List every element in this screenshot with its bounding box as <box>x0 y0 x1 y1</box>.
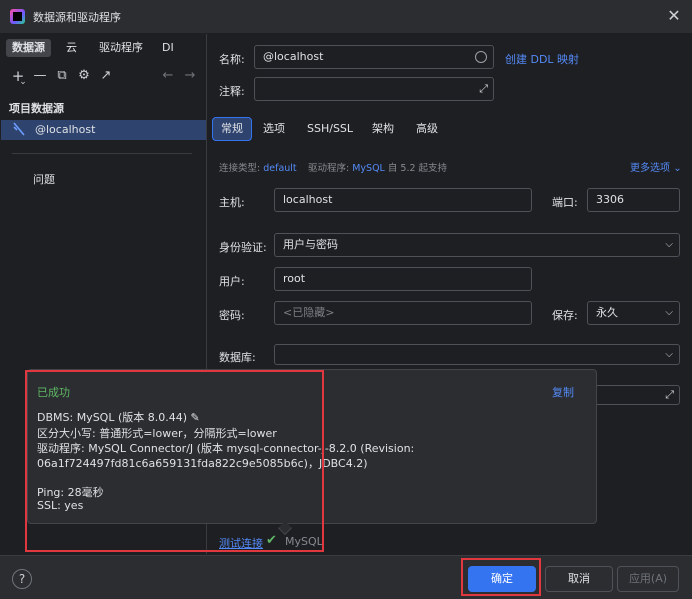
more-options-label: 更多选项 <box>630 163 670 174</box>
database-connection-icon <box>13 122 25 139</box>
save-value: 永久 <box>596 306 618 319</box>
name-value: @localhost <box>263 50 324 63</box>
host-label: 主机: <box>219 196 245 209</box>
highlight-box-ok <box>461 558 541 596</box>
auth-select[interactable]: 用户与密码 ⌵ <box>274 233 680 257</box>
chevron-down-icon: ⌵ <box>665 349 673 360</box>
auth-value: 用户与密码 <box>283 238 338 251</box>
tab-drivers[interactable]: 驱动程序 <box>93 39 149 57</box>
expand-icon[interactable]: ⤢ <box>665 386 674 404</box>
url-input-partial[interactable]: ⤢ <box>588 385 680 405</box>
connection-type-value[interactable]: default <box>263 163 296 174</box>
port-input[interactable]: 3306 <box>587 188 680 212</box>
user-input[interactable]: root <box>274 267 532 291</box>
color-circle-icon[interactable] <box>475 51 487 63</box>
driver-info: 驱动程序: MySQL 自 5.2 起支持 <box>308 160 447 174</box>
name-input[interactable]: @localhost <box>254 45 494 69</box>
create-ddl-mapping-link[interactable]: 创建 DDL 映射 <box>505 51 579 67</box>
datasource-label: @localhost <box>35 123 96 136</box>
tab-schemas[interactable]: 架构 <box>364 117 402 141</box>
dialog-footer: ? 确定 取消 应用(A) <box>0 555 692 599</box>
port-label: 端口: <box>552 196 578 209</box>
database-select[interactable]: ⌵ <box>274 344 680 365</box>
save-select[interactable]: 永久 ⌵ <box>587 301 680 325</box>
help-icon[interactable]: ? <box>12 569 32 589</box>
back-arrow-icon[interactable]: ← <box>160 68 176 84</box>
name-label: 名称: <box>219 53 245 66</box>
driver-note: 自 5.2 起支持 <box>387 163 448 174</box>
datasource-item-localhost[interactable]: @localhost <box>1 120 206 140</box>
password-input[interactable]: <已隐藏> <box>274 301 532 325</box>
chevron-down-icon: ⌄ <box>673 163 682 174</box>
duplicate-icon[interactable]: ⧉ <box>54 68 70 84</box>
chevron-down-icon: ⌵ <box>665 239 673 250</box>
settings-icon[interactable]: ⚙ <box>76 68 92 84</box>
connection-type-label: 连接类型: <box>219 163 261 174</box>
apply-button[interactable]: 应用(A) <box>617 566 679 592</box>
user-label: 用户: <box>219 275 245 288</box>
add-chevron-icon[interactable]: ⌄ <box>19 74 27 90</box>
comment-label: 注释: <box>219 85 245 98</box>
title-bar: 数据源和驱动程序 ✕ <box>0 0 692 34</box>
auth-label: 身份验证: <box>219 241 267 254</box>
remove-icon[interactable]: — <box>32 68 48 84</box>
app-logo-icon <box>10 9 25 24</box>
divider <box>12 153 192 154</box>
more-options-link[interactable]: 更多选项 ⌄ <box>630 159 682 174</box>
password-label: 密码: <box>219 309 245 322</box>
tab-ssh-ssl[interactable]: SSH/SSL <box>299 117 361 141</box>
tab-advanced[interactable]: 高级 <box>408 117 446 141</box>
database-label: 数据库: <box>219 351 256 364</box>
tab-ddl[interactable]: DI <box>156 39 180 57</box>
tab-cloud[interactable]: 云 <box>60 39 83 57</box>
copy-link[interactable]: 复制 <box>552 384 574 400</box>
window-title: 数据源和驱动程序 <box>33 11 121 24</box>
tab-options[interactable]: 选项 <box>255 117 293 141</box>
host-input[interactable]: localhost <box>274 188 532 212</box>
connection-type-info: 连接类型: default <box>219 160 297 174</box>
close-icon[interactable]: ✕ <box>664 6 684 26</box>
comment-input[interactable]: ⤢ <box>254 77 494 101</box>
expand-icon[interactable]: ⤢ <box>479 78 488 100</box>
tab-datasources[interactable]: 数据源 <box>6 39 51 57</box>
highlight-box-result <box>25 370 324 552</box>
problems-item[interactable]: 问题 <box>33 171 55 187</box>
save-label: 保存: <box>552 309 578 322</box>
driver-label: 驱动程序: <box>308 163 350 174</box>
chevron-down-icon: ⌵ <box>665 307 673 318</box>
section-project-datasources: 项目数据源 <box>9 102 64 115</box>
driver-value[interactable]: MySQL <box>352 163 385 174</box>
tab-general[interactable]: 常规 <box>212 117 252 141</box>
forward-arrow-icon[interactable]: → <box>182 68 198 84</box>
export-icon[interactable]: ↗ <box>98 68 114 84</box>
cancel-button[interactable]: 取消 <box>545 566 613 592</box>
